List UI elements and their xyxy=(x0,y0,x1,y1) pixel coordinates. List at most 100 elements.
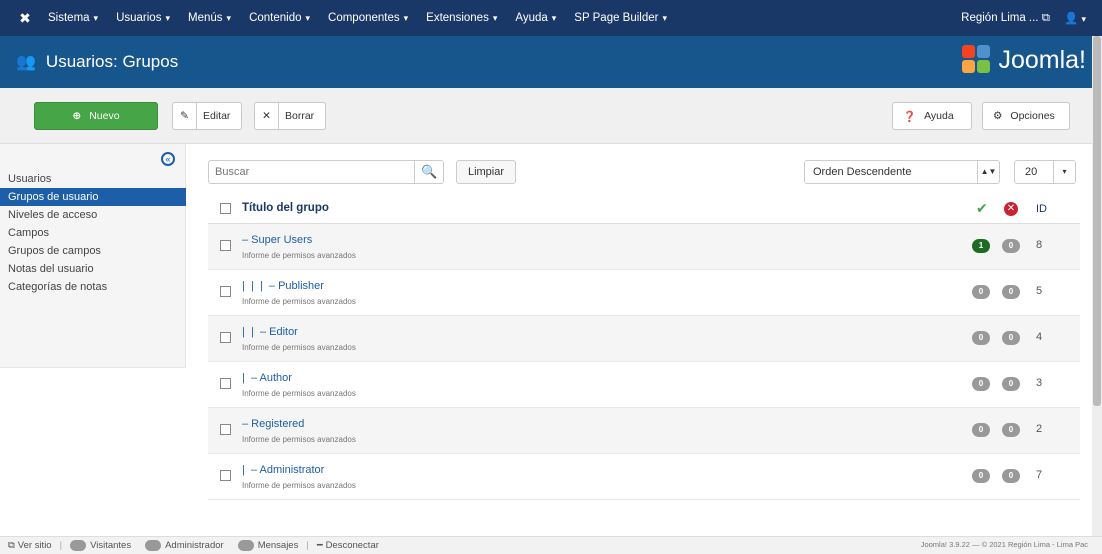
sidebar-item-usuarios[interactable]: Usuarios xyxy=(0,170,186,188)
users-icon: 👥 xyxy=(16,54,36,71)
row-checkbox[interactable] xyxy=(220,424,231,435)
menu-extensiones[interactable]: Extensiones ▾ xyxy=(426,12,497,24)
minus-icon: ━ xyxy=(316,540,323,551)
groups-table: Título del grupo ✔ ✕ ID – Super Users In… xyxy=(208,194,1080,500)
joomla-wordmark: Joomla! xyxy=(998,45,1086,74)
sidebar-item-notas-del-usuario[interactable]: Notas del usuario xyxy=(0,260,186,278)
main-menu: Sistema ▾ Usuarios ▾ Menús ▾ Contenido ▾ Com… xyxy=(48,12,685,24)
row-checkbox[interactable] xyxy=(220,332,231,343)
status-divider: | xyxy=(59,540,63,551)
limit-select[interactable]: 20 ▾ xyxy=(1014,160,1076,184)
menu-sp-page-builder[interactable]: SP Page Builder ▾ xyxy=(574,12,667,24)
sidebar-menu: Usuarios Grupos de usuario Niveles de ac… xyxy=(0,170,186,296)
visitors-link[interactable]: Visitantes xyxy=(70,540,131,551)
user-icon: 👤 xyxy=(1063,13,1079,25)
menu-usuarios[interactable]: Usuarios ▾ xyxy=(116,12,170,24)
permissions-report-link[interactable]: Informe de permisos avanzados xyxy=(242,435,356,444)
search-input[interactable] xyxy=(208,160,444,184)
count-badge xyxy=(70,540,87,551)
page-scrollbar[interactable] xyxy=(1092,36,1102,536)
active-users-badge[interactable]: 0 xyxy=(972,377,990,391)
table-row: | | | – Publisher Informe de permisos av… xyxy=(208,270,1080,316)
joomla-logo: Joomla! xyxy=(962,45,1086,75)
count-badge xyxy=(237,540,254,551)
options-button[interactable]: ⚙ Opciones xyxy=(982,102,1070,130)
menu-componentes[interactable]: Componentes ▾ xyxy=(328,12,408,24)
row-checkbox[interactable] xyxy=(220,470,231,481)
group-name-link[interactable]: | – Author xyxy=(242,372,292,384)
blocked-users-badge[interactable]: 0 xyxy=(1002,423,1020,437)
caret-down-icon: ▾ xyxy=(492,13,498,23)
permissions-report-link[interactable]: Informe de permisos avanzados xyxy=(242,343,356,352)
sidebar-item-niveles-de-acceso[interactable]: Niveles de acceso xyxy=(0,206,186,224)
blocked-icon: ✕ xyxy=(1004,202,1018,216)
joomla-x-icon[interactable]: ✖ xyxy=(14,10,36,27)
search-icon[interactable]: 🔍 xyxy=(414,160,444,184)
active-users-badge[interactable]: 0 xyxy=(972,285,990,299)
blocked-users-badge[interactable]: 0 xyxy=(1002,377,1020,391)
clear-button[interactable]: Limpiar xyxy=(456,160,516,184)
sidebar-collapse-icon[interactable]: « xyxy=(161,152,175,166)
permissions-report-link[interactable]: Informe de permisos avanzados xyxy=(242,481,356,490)
count-badge xyxy=(145,540,162,551)
logout-link[interactable]: ━ Desconectar xyxy=(317,540,379,551)
sidebar-item-grupos-de-campos[interactable]: Grupos de campos xyxy=(0,242,186,260)
active-users-badge[interactable]: 0 xyxy=(972,423,990,437)
help-button[interactable]: ❓ Ayuda xyxy=(892,102,972,130)
footer-copyright: Joomla! 3.9.22 — © 2021 Región Lima - Li… xyxy=(920,540,1088,549)
group-name-link[interactable]: – Registered xyxy=(242,418,304,430)
sidebar-item-campos[interactable]: Campos xyxy=(0,224,186,242)
group-name-link[interactable]: | – Administrator xyxy=(242,464,324,476)
order-select[interactable]: Orden Descendente ▲▼ xyxy=(804,160,1000,184)
gear-icon: ⚙ xyxy=(993,110,1003,122)
chevron-down-icon: ▾ xyxy=(1053,161,1075,183)
column-title-header[interactable]: Título del grupo xyxy=(242,202,329,214)
select-all-checkbox[interactable] xyxy=(220,203,231,214)
column-id-header[interactable]: ID xyxy=(1036,203,1047,215)
blocked-users-badge[interactable]: 0 xyxy=(1002,239,1020,253)
new-button[interactable]: ⊕ Nuevo xyxy=(34,102,158,130)
sidebar-item-grupos-de-usuario[interactable]: Grupos de usuario xyxy=(0,188,186,206)
delete-button[interactable]: ✕ Borrar xyxy=(254,102,326,130)
site-link[interactable]: Región Lima ... ⧉ xyxy=(961,12,1050,25)
group-id: 2 xyxy=(1036,423,1043,435)
external-link-icon: ⧉ xyxy=(8,540,15,551)
group-name-link[interactable]: – Super Users xyxy=(242,234,312,246)
admin-link[interactable]: Administrador xyxy=(145,540,224,551)
caret-down-icon: ▾ xyxy=(226,13,232,23)
active-users-badge[interactable]: 0 xyxy=(972,469,990,483)
blocked-users-badge[interactable]: 0 xyxy=(1002,331,1020,345)
blocked-users-badge[interactable]: 0 xyxy=(1002,285,1020,299)
permissions-report-link[interactable]: Informe de permisos avanzados xyxy=(242,297,356,306)
group-id: 4 xyxy=(1036,331,1043,343)
menu-ayuda[interactable]: Ayuda ▾ xyxy=(515,12,556,24)
menu-contenido[interactable]: Contenido ▾ xyxy=(249,12,310,24)
permissions-report-link[interactable]: Informe de permisos avanzados xyxy=(242,389,356,398)
row-checkbox[interactable] xyxy=(220,286,231,297)
page-title: Usuarios: Grupos xyxy=(45,52,179,71)
caret-down-icon: ▾ xyxy=(403,13,409,23)
user-menu[interactable]: 👤 ▾ xyxy=(1064,11,1086,25)
sidebar-item-categorias-de-notas[interactable]: Categorías de notas xyxy=(0,278,186,296)
caret-down-icon: ▾ xyxy=(1081,14,1086,24)
check-icon: ✔ xyxy=(976,200,988,216)
messages-link[interactable]: Mensajes xyxy=(237,540,298,551)
active-users-badge[interactable]: 1 xyxy=(972,239,990,253)
row-checkbox[interactable] xyxy=(220,378,231,389)
permissions-report-link[interactable]: Informe de permisos avanzados xyxy=(242,251,356,260)
active-users-badge[interactable]: 0 xyxy=(972,331,990,345)
view-site-link[interactable]: ⧉ Ver sitio xyxy=(8,540,52,551)
menu-sistema[interactable]: Sistema ▾ xyxy=(48,12,98,24)
table-row: | | – Editor Informe de permisos avanzad… xyxy=(208,316,1080,362)
edit-button[interactable]: ✎ Editar xyxy=(172,102,242,130)
blocked-users-badge[interactable]: 0 xyxy=(1002,469,1020,483)
joomla-mark-icon xyxy=(962,45,992,75)
row-checkbox[interactable] xyxy=(220,240,231,251)
caret-down-icon: ▾ xyxy=(93,13,99,23)
caret-down-icon: ▾ xyxy=(662,13,668,23)
group-name-link[interactable]: | | – Editor xyxy=(242,326,298,338)
table-row: – Super Users Informe de permisos avanza… xyxy=(208,224,1080,270)
scrollbar-thumb[interactable] xyxy=(1093,36,1101,406)
group-name-link[interactable]: | | | – Publisher xyxy=(242,280,324,292)
menu-menus[interactable]: Menús ▾ xyxy=(188,12,231,24)
